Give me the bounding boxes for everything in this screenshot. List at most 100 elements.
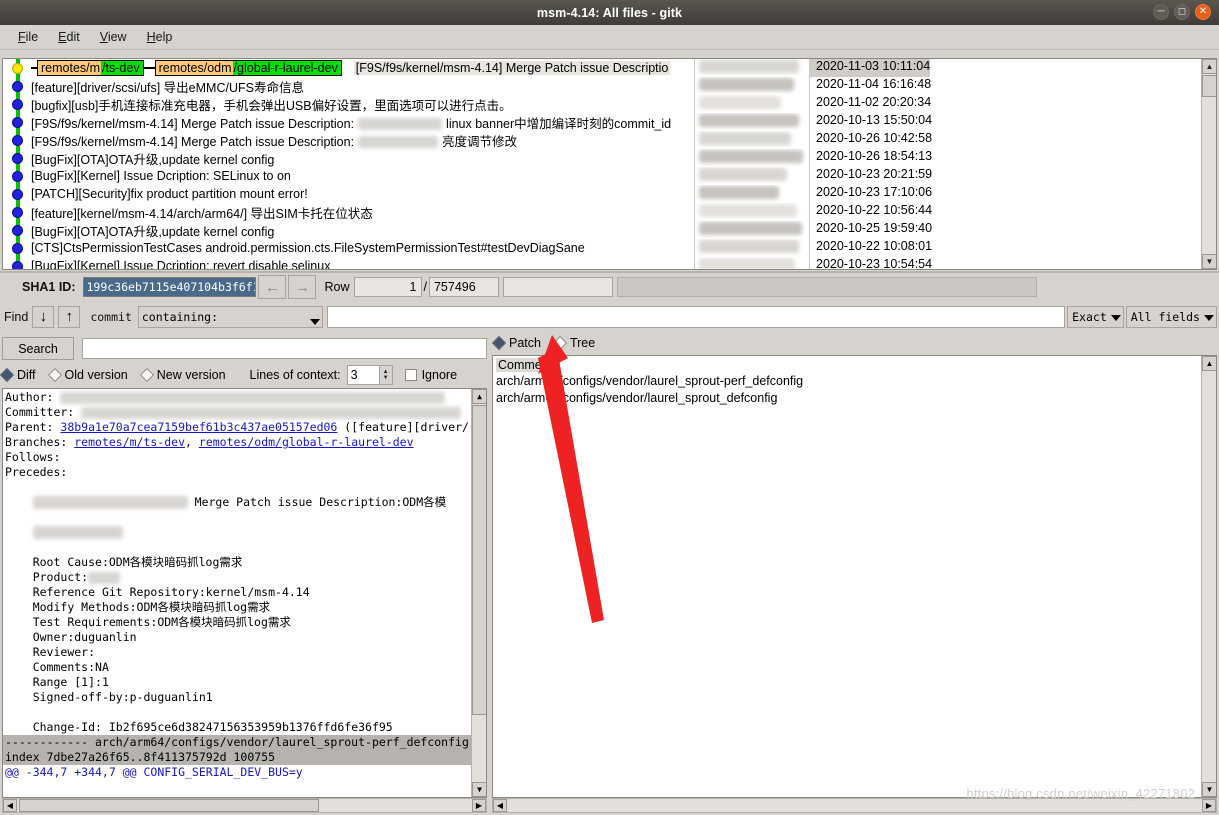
commit-row[interactable]: [BugFix][OTA]OTA升级,update kernel config [3, 149, 694, 167]
author-cell [695, 239, 809, 257]
menu-help[interactable]: Help [137, 28, 183, 46]
detail-reference-repo: Reference Git Repository:kernel/msm-4.14 [32, 585, 310, 599]
commit-row[interactable]: [F9S/f9s/kernel/msm-4.14] Merge Patch is… [3, 113, 694, 131]
head-commit-subject: [F9S/f9s/kernel/msm-4.14] Merge Patch is… [353, 61, 671, 75]
radio-diff-label[interactable]: Diff [17, 368, 36, 382]
commit-date: 2020-10-26 10:42:58 [816, 131, 933, 145]
minimize-icon[interactable]: ─ [1153, 4, 1169, 20]
radio-diff-icon[interactable] [0, 367, 15, 383]
find-containing-combo[interactable]: containing: [137, 305, 323, 328]
commit-row-head[interactable]: remotes/m/ts-dev remotes/odm/global-r-la… [3, 59, 694, 77]
chevron-down-icon [1110, 314, 1121, 321]
file-list-item[interactable]: arch/arm64/configs/vendor/laurel_sprout_… [493, 389, 1216, 406]
radio-new-version-label[interactable]: New version [157, 368, 226, 382]
menu-edit[interactable]: Edit [48, 28, 90, 46]
scroll-thumb[interactable] [19, 799, 319, 812]
scroll-up-icon[interactable]: ▲ [1202, 59, 1216, 74]
commit-row[interactable]: [BugFix][Kernel] Issue Dcription: SELinu… [3, 167, 694, 185]
branch-link-2[interactable]: remotes/odm/global-r-laurel-dev [199, 435, 414, 449]
commit-author-column[interactable] [695, 59, 810, 269]
commit-row[interactable]: [PATCH][Security]fix product partition m… [3, 185, 694, 203]
close-icon[interactable]: ✕ [1195, 4, 1211, 20]
radio-patch-label[interactable]: Patch [509, 336, 541, 350]
scroll-up-icon[interactable]: ▲ [472, 389, 486, 404]
parent-sha-link[interactable]: 38b9a1e70a7cea7159bef61b3c437ae05157ed06 [60, 420, 337, 434]
commit-date: 2020-10-13 15:50:04 [816, 113, 933, 127]
radio-tree-icon[interactable] [552, 335, 568, 351]
find-label: Find [4, 309, 29, 324]
radio-patch-icon[interactable] [491, 335, 507, 351]
menu-help-rest: elp [155, 30, 173, 44]
commit-row[interactable]: [CTS]CtsPermissionTestCases android.perm… [3, 239, 694, 257]
detail-range: Range [1]:1 [32, 675, 109, 689]
arrow-left-icon[interactable]: ← [258, 275, 287, 299]
file-list-pane[interactable]: Comments arch/arm64/configs/vendor/laure… [492, 355, 1217, 798]
menu-view[interactable]: View [90, 28, 137, 46]
commit-row[interactable]: [BugFix][Kernel] Issue Dcription: revert… [3, 257, 694, 269]
lines-of-context-stepper[interactable]: 3 ▲ ▼ [346, 365, 393, 385]
find-query-input[interactable] [326, 305, 1066, 328]
detail-horizontal-scrollbar[interactable]: ◀ ▶ [2, 798, 487, 813]
ref-badge-ts-dev[interactable]: remotes/m/ts-dev [37, 60, 144, 76]
scroll-thumb[interactable] [1202, 75, 1216, 97]
scroll-down-icon[interactable]: ▼ [1202, 254, 1216, 269]
commit-row[interactable]: [feature][driver/scsi/ufs] 导出eMMC/UFS寿命信… [3, 77, 694, 95]
arrow-down-icon[interactable]: ↓ [32, 305, 55, 328]
row-current-field[interactable]: 1 [353, 277, 422, 297]
arrow-up-icon[interactable]: ↑ [58, 305, 81, 328]
arrow-right-icon[interactable]: → [288, 275, 317, 299]
menu-file[interactable]: File [8, 28, 48, 46]
commit-message-column[interactable]: remotes/m/ts-dev remotes/odm/global-r-la… [3, 59, 695, 269]
follows-label: Follows: [5, 450, 61, 464]
radio-tree-label[interactable]: Tree [570, 336, 595, 350]
commit-graph-panel[interactable]: remotes/m/ts-dev remotes/odm/global-r-la… [2, 58, 1217, 270]
ignore-checkbox[interactable] [404, 369, 417, 381]
scroll-down-icon[interactable]: ▼ [472, 782, 486, 797]
commit-detail-pane[interactable]: Author: Committer: Parent: 38b9a1e70a7ce… [2, 388, 487, 798]
commit-subject: [bugfix][usb]手机连接标准充电器，手机会弹出USB偏好设置，里面选项… [31, 98, 512, 113]
file-list-item[interactable]: arch/arm64/configs/vendor/laurel_sprout-… [493, 372, 1216, 389]
commit-date-column[interactable]: 2020-11-03 10:11:04 2020-11-04 16:16:48 … [810, 59, 1216, 269]
radio-old-version-icon[interactable] [47, 367, 62, 383]
find-match-mode-combo[interactable]: Exact [1067, 305, 1124, 328]
scroll-left-icon[interactable]: ◀ [493, 799, 507, 812]
row-extra-field[interactable] [502, 277, 613, 297]
scroll-thumb[interactable] [472, 405, 486, 715]
commit-node [12, 189, 23, 200]
title-bar: msm-4.14: All files - gitk ─ ◻ ✕ [0, 0, 1219, 25]
sha1-input[interactable]: 199c36eb7115e407104b3f6f1028bb373bfe7ffa [83, 277, 257, 297]
find-scope-combo[interactable]: All fields [1125, 305, 1217, 328]
scroll-right-icon[interactable]: ▶ [1202, 799, 1216, 812]
radio-old-version-label[interactable]: Old version [65, 368, 128, 382]
search-input[interactable] [82, 338, 487, 359]
branch-link-1[interactable]: remotes/m/ts-dev [74, 435, 185, 449]
graph-vertical-scrollbar[interactable]: ▲ ▼ [1201, 59, 1216, 269]
redacted-committer-value [81, 406, 462, 419]
commit-date: 2020-10-26 18:54:13 [816, 149, 933, 163]
scroll-up-icon[interactable]: ▲ [1202, 356, 1216, 371]
files-vertical-scrollbar[interactable]: ▲ ▼ [1201, 356, 1216, 797]
comments-entry[interactable]: Comments [496, 358, 561, 372]
toolbar-filler [616, 277, 1037, 297]
scroll-right-icon[interactable]: ▶ [472, 799, 486, 812]
ref-badge-laurel-dev[interactable]: remotes/odm/global-r-laurel-dev [154, 60, 342, 76]
commit-row[interactable]: [feature][kernel/msm-4.14/arch/arm64/] 导… [3, 203, 694, 221]
scroll-down-icon[interactable]: ▼ [1202, 782, 1216, 797]
commit-node [12, 207, 23, 218]
commit-subject-wrap: [F9S/f9s/kernel/msm-4.14] Merge Patch is… [31, 131, 517, 150]
pane-separator[interactable] [0, 271, 1219, 273]
scroll-left-icon[interactable]: ◀ [3, 799, 17, 812]
parent-subject: ([feature][driver/ [344, 420, 469, 434]
commit-node [12, 81, 23, 92]
maximize-icon[interactable]: ◻ [1174, 4, 1190, 20]
search-button[interactable]: Search [2, 337, 74, 360]
commit-row[interactable]: [F9S/f9s/kernel/msm-4.14] Merge Patch is… [3, 131, 694, 149]
author-cell [695, 221, 809, 239]
stepper-arrows-icon[interactable]: ▲ ▼ [378, 366, 392, 384]
radio-new-version-icon[interactable] [139, 367, 154, 383]
commit-row[interactable]: [bugfix][usb]手机连接标准充电器，手机会弹出USB偏好设置，里面选项… [3, 95, 694, 113]
detail-vertical-scrollbar[interactable]: ▲ ▼ [471, 389, 486, 797]
commit-row[interactable]: [BugFix][OTA]OTA升级,update kernel config [3, 221, 694, 239]
diff-options-row: Diff Old version New version Lines of co… [0, 364, 492, 386]
date-row: 2020-10-25 19:59:40 [810, 221, 1216, 239]
